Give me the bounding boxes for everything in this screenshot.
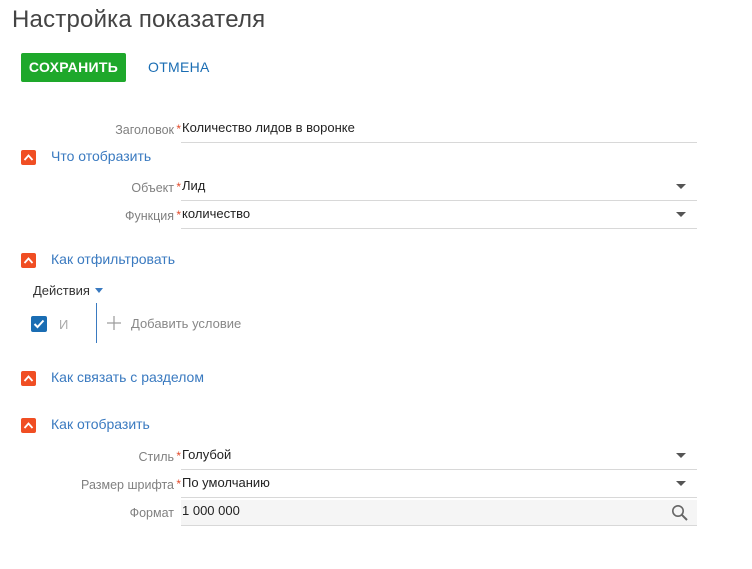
cancel-button[interactable]: ОТМЕНА [148,53,210,82]
object-field-row: Объект * Лид [0,175,697,203]
object-select-value: Лид [182,178,206,193]
filter-group-checkbox[interactable] [31,316,47,332]
font-size-field-label: Размер шрифта * [81,477,181,492]
format-field-label: Формат [129,506,174,520]
filter-group-divider [96,303,97,343]
chevron-up-icon[interactable] [21,150,36,165]
search-icon[interactable] [671,504,689,522]
chevron-up-icon[interactable] [21,253,36,268]
format-input[interactable]: 1 000 000 [181,500,697,526]
save-button[interactable]: СОХРАНИТЬ [21,53,126,82]
function-select[interactable]: количество [181,203,697,229]
caret-down-icon[interactable] [676,481,686,486]
check-icon [33,319,45,329]
format-field-row: Формат 1 000 000 [0,500,697,528]
plus-icon [107,316,121,330]
style-select[interactable]: Голубой [181,444,697,470]
style-field-row: Стиль * Голубой [0,444,697,472]
section-link-title[interactable]: Как связать с разделом [51,369,204,385]
function-field-row: Функция * количество [0,203,697,231]
font-size-select[interactable]: По умолчанию [181,472,697,498]
page-title: Настройка показателя [12,6,266,33]
actions-menu[interactable]: Действия [33,283,103,298]
chevron-up-icon[interactable] [21,418,36,433]
caret-down-icon [94,288,103,294]
section-filter-title[interactable]: Как отфильтровать [51,251,175,267]
function-select-value: количество [182,206,251,221]
chevron-up-icon[interactable] [21,371,36,386]
header-input[interactable]: Количество лидов в воронке [181,117,697,143]
font-size-select-value: По умолчанию [182,475,270,490]
header-field-label: Заголовок * [115,122,181,137]
style-select-value: Голубой [182,447,232,462]
actions-menu-label: Действия [33,283,90,298]
font-size-field-row: Размер шрифта * По умолчанию [0,472,697,500]
caret-down-icon[interactable] [676,184,686,189]
caret-down-icon[interactable] [676,453,686,458]
caret-down-icon[interactable] [676,212,686,217]
section-display-title[interactable]: Как отобразить [51,416,150,432]
format-input-value: 1 000 000 [182,503,240,518]
object-select[interactable]: Лид [181,175,697,201]
function-field-label: Функция * [124,208,181,223]
style-field-label: Стиль * [138,449,181,464]
section-what-title[interactable]: Что отобразить [51,148,151,164]
filter-logic-label[interactable]: И [59,317,68,332]
add-condition-button[interactable]: Добавить условие [106,314,241,334]
header-field-row: Заголовок * Количество лидов в воронке [0,117,697,145]
header-input-value: Количество лидов в воронке [182,120,355,135]
add-condition-label: Добавить условие [131,316,242,331]
object-field-label: Объект * [131,180,181,195]
